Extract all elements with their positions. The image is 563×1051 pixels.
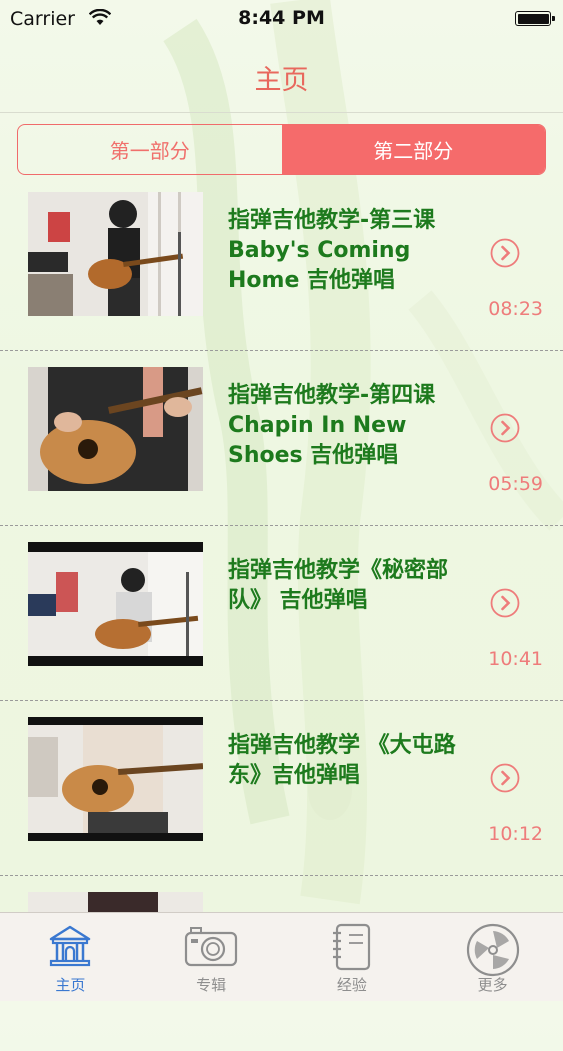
segment-part-two[interactable]: 第二部分 [281,125,545,174]
list-item[interactable]: 指弹吉他教学-第三课 Baby's Coming Home 吉他弹唱 08:23 [0,176,563,351]
lesson-title: 指弹吉他教学-第四课 Chapin In New Shoes 吉他弹唱 [228,383,436,468]
clock: 8:44 PM [238,7,325,29]
lesson-duration: 08:23 [488,298,543,320]
list-item[interactable]: 指弹吉他教学 《大屯路东》吉他弹唱 10:12 [0,701,563,876]
segmented-control: 第一部分 第二部分 [17,124,546,175]
navigation-bar: 主页 [0,38,563,113]
tab-label: 专辑 [196,976,227,994]
segment-part-one[interactable]: 第一部分 [18,125,282,174]
lesson-title: 指弹吉他教学-第三课 Baby's Coming Home 吉他弹唱 [228,208,436,293]
page-title: 主页 [254,65,309,96]
video-thumbnail [28,542,203,666]
video-thumbnail [28,367,203,491]
tab-more[interactable]: 更多 [422,913,563,1001]
tab-experience[interactable]: 经验 [282,913,423,1001]
lesson-duration: 10:12 [488,823,543,845]
list-item[interactable]: 指弹吉他教学-第四课 Chapin In New Shoes 吉他弹唱 05:5… [0,351,563,526]
tab-album[interactable]: 专辑 [141,913,282,1001]
lesson-title: 指弹吉他教学 《大屯路东》吉他弹唱 [228,733,456,788]
video-thumbnail [28,717,203,841]
video-thumbnail [28,192,203,316]
home-icon [50,925,91,967]
lesson-duration: 05:59 [488,473,543,495]
tab-label: 经验 [336,976,367,994]
chevron-right-icon[interactable] [490,413,520,443]
tab-label: 更多 [477,976,508,994]
notebook-icon [332,923,370,971]
more-icon [466,923,519,977]
status-bar: Carrier 8:44 PM [0,0,563,38]
lesson-duration: 10:41 [488,648,543,670]
tab-bar: 主页 专辑 经验 更多 [0,912,563,1001]
lesson-title: 指弹吉他教学《秘密部队》 吉他弹唱 [228,558,449,613]
list-item[interactable]: 指弹吉他教学《秘密部队》 吉他弹唱 10:41 [0,526,563,701]
chevron-right-icon[interactable] [490,238,520,268]
battery-icon [515,11,555,26]
tab-home[interactable]: 主页 [0,913,141,1001]
camera-icon [185,927,238,967]
tab-label: 主页 [55,976,86,994]
chevron-right-icon[interactable] [490,763,520,793]
chevron-right-icon[interactable] [490,588,520,618]
